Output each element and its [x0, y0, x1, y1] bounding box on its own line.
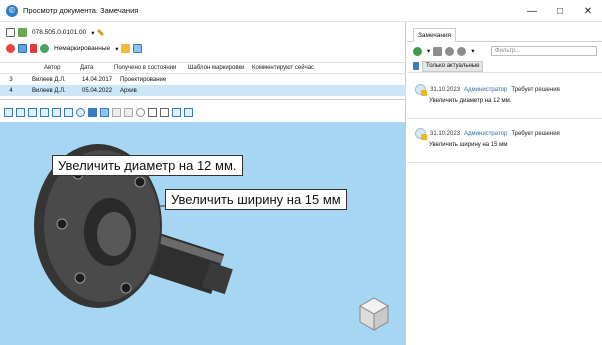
column-header[interactable]: Комментируют сейчас — [252, 65, 332, 71]
row-number: 4 — [9, 87, 13, 94]
remark-text: Увеличить диаметр на 12 мм. — [429, 98, 512, 104]
table-row[interactable]: 4 Вилеев Д.Л. 05.04.2022 Архив — [0, 85, 406, 96]
document-icon[interactable] — [6, 28, 15, 37]
title-bar: © Просмотр документа. Замечания — □ ✕ — [0, 0, 602, 22]
warning-icon — [421, 90, 427, 96]
view-right-icon[interactable] — [40, 107, 49, 117]
view-front-icon[interactable] — [4, 107, 13, 117]
remarks-panel: Замечания ▾ ▾ Фильтр... Только актуальны… — [407, 22, 602, 345]
actual-filter-bar: Только актуальные — [407, 60, 602, 73]
chevron-down-icon[interactable]: ▾ — [91, 29, 94, 37]
row-number: 3 — [9, 76, 13, 83]
minimize-button[interactable]: — — [518, 0, 546, 22]
callout-diameter[interactable]: Увеличить диаметр на 12 мм. — [52, 155, 243, 176]
document-toolbar: 078.505.0.0101.00 ▾ — [0, 25, 105, 40]
3d-viewport[interactable]: Увеличить диаметр на 12 мм. Увеличить ши… — [0, 122, 406, 345]
view-iso-icon[interactable] — [76, 107, 85, 117]
maximize-button[interactable]: □ — [546, 0, 574, 22]
marking-filter-dropdown[interactable]: Немаркированные — [54, 45, 110, 52]
wireframe-icon[interactable] — [112, 107, 121, 117]
fit-icon[interactable] — [172, 107, 181, 117]
filter-toggle-icon[interactable]: ▾ — [471, 47, 474, 55]
chevron-down-icon[interactable]: ▾ — [427, 47, 430, 55]
remark-item[interactable]: 31.10.2023 Администратор Требует решения… — [415, 84, 597, 104]
view-bottom-icon[interactable] — [64, 107, 73, 117]
warning-icon — [421, 134, 427, 140]
remark-status: Требует решения — [511, 86, 560, 93]
stamp-icon[interactable] — [121, 44, 131, 53]
row-date: 05.04.2022 — [82, 87, 113, 94]
divider — [407, 162, 602, 163]
row-author: Вилеев Д.Л. — [32, 87, 66, 94]
remark-status: Требует решения — [511, 130, 560, 137]
view-top-icon[interactable] — [52, 107, 61, 117]
remark-date: 31.10.2023 — [430, 86, 461, 93]
remark-item[interactable]: 31.10.2023 Администратор Требует решения… — [415, 128, 597, 148]
remarks-tabbar: Замечания — [407, 28, 602, 42]
only-actual-chip[interactable]: Только актуальные — [422, 60, 484, 72]
close-button[interactable]: ✕ — [574, 0, 602, 22]
divider — [407, 118, 602, 119]
reply-icon[interactable] — [433, 46, 443, 56]
view-toolbar — [0, 104, 406, 120]
funnel-icon[interactable] — [413, 62, 419, 70]
remark-author[interactable]: Администратор — [464, 131, 507, 137]
pencil-icon[interactable] — [97, 28, 105, 37]
green-folder-icon[interactable] — [18, 28, 27, 37]
layers-icon[interactable] — [18, 44, 27, 53]
row-state: Архив — [120, 87, 137, 94]
add-remark-icon[interactable] — [413, 46, 422, 56]
pin-icon[interactable] — [30, 44, 37, 53]
app-logo-icon: © — [6, 4, 18, 17]
zoom-out-icon[interactable] — [160, 107, 169, 117]
marking-toolbar: Немаркированные ▾ — [0, 41, 143, 56]
marking-table: Автор Дата Получено в состоянии Шаблон м… — [0, 62, 406, 100]
shaded-icon[interactable] — [100, 107, 109, 117]
render-mode-icon[interactable] — [88, 107, 97, 117]
column-header[interactable]: Шаблон маркировки — [188, 65, 252, 71]
resolve-icon[interactable] — [457, 46, 467, 56]
remark-user-icon — [415, 84, 427, 96]
view-back-icon[interactable] — [16, 107, 25, 117]
section-icon[interactable] — [124, 107, 133, 117]
column-header[interactable]: Дата — [74, 65, 108, 71]
chevron-down-icon[interactable]: ▾ — [115, 45, 118, 53]
remark-author[interactable]: Администратор — [464, 87, 507, 93]
window-title: Просмотр документа. Замечания — [23, 6, 139, 15]
view-left-icon[interactable] — [28, 107, 37, 117]
remark-user-icon — [415, 128, 427, 140]
tab-remarks[interactable]: Замечания — [413, 28, 457, 42]
image-icon[interactable] — [133, 44, 143, 53]
delete-icon[interactable] — [445, 46, 455, 56]
table-header: Автор Дата Получено в состоянии Шаблон м… — [0, 63, 406, 74]
red-circle-icon[interactable] — [6, 44, 15, 53]
zoom-in-icon[interactable] — [148, 107, 157, 117]
row-state: Проектирование — [120, 76, 167, 83]
column-header[interactable]: Автор — [22, 65, 74, 71]
view-cube-icon[interactable] — [358, 297, 390, 331]
remark-date: 31.10.2023 — [430, 130, 461, 137]
row-date: 14.04.2017 — [82, 76, 113, 83]
rotate-icon[interactable] — [136, 107, 145, 117]
table-row[interactable]: 3 Вилеев Д.Л. 14.04.2017 Проектирование — [0, 74, 406, 85]
window-controls: — □ ✕ — [518, 0, 602, 22]
callout-width[interactable]: Увеличить ширину на 15 мм — [165, 189, 347, 210]
column-header[interactable]: Получено в состоянии — [108, 65, 188, 71]
settings-icon[interactable] — [184, 107, 193, 117]
remark-text: Увеличить ширину на 15 мм — [429, 142, 508, 148]
filter-input[interactable]: Фильтр... — [491, 46, 597, 56]
row-author: Вилеев Д.Л. — [32, 76, 66, 83]
marker-icon[interactable] — [40, 44, 49, 53]
document-number[interactable]: 078.505.0.0101.00 — [32, 29, 86, 36]
document-pane: 078.505.0.0101.00 ▾ Немаркированные ▾ Ав… — [0, 22, 406, 345]
